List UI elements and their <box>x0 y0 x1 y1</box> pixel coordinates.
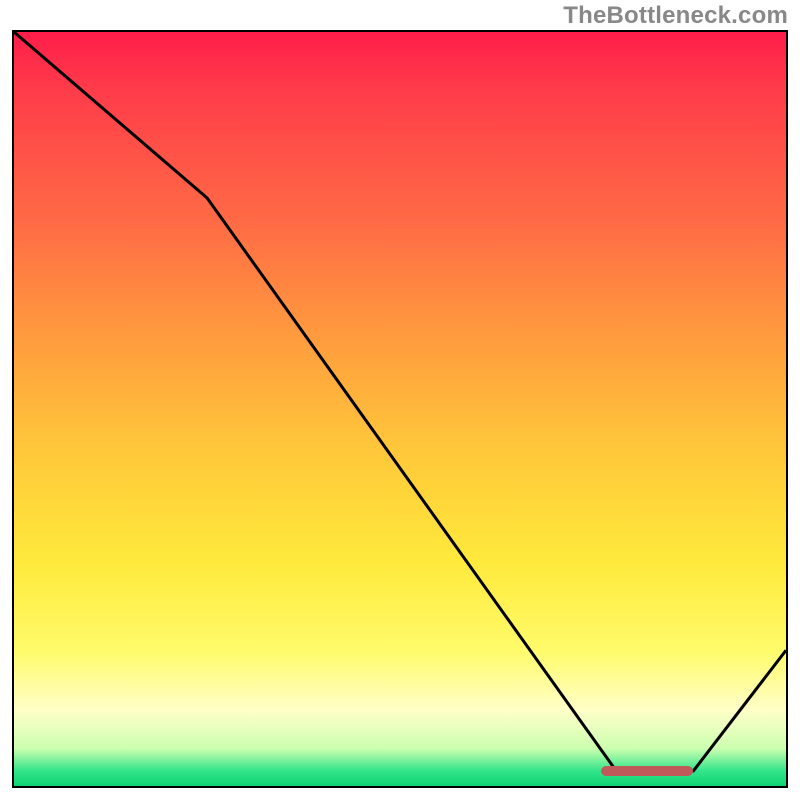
optimal-range-marker <box>601 766 694 776</box>
bottleneck-curve-path <box>14 32 786 771</box>
line-layer <box>14 32 786 786</box>
watermark-text: TheBottleneck.com <box>563 2 788 30</box>
plot-area <box>12 30 788 788</box>
chart-canvas: TheBottleneck.com <box>0 0 800 800</box>
